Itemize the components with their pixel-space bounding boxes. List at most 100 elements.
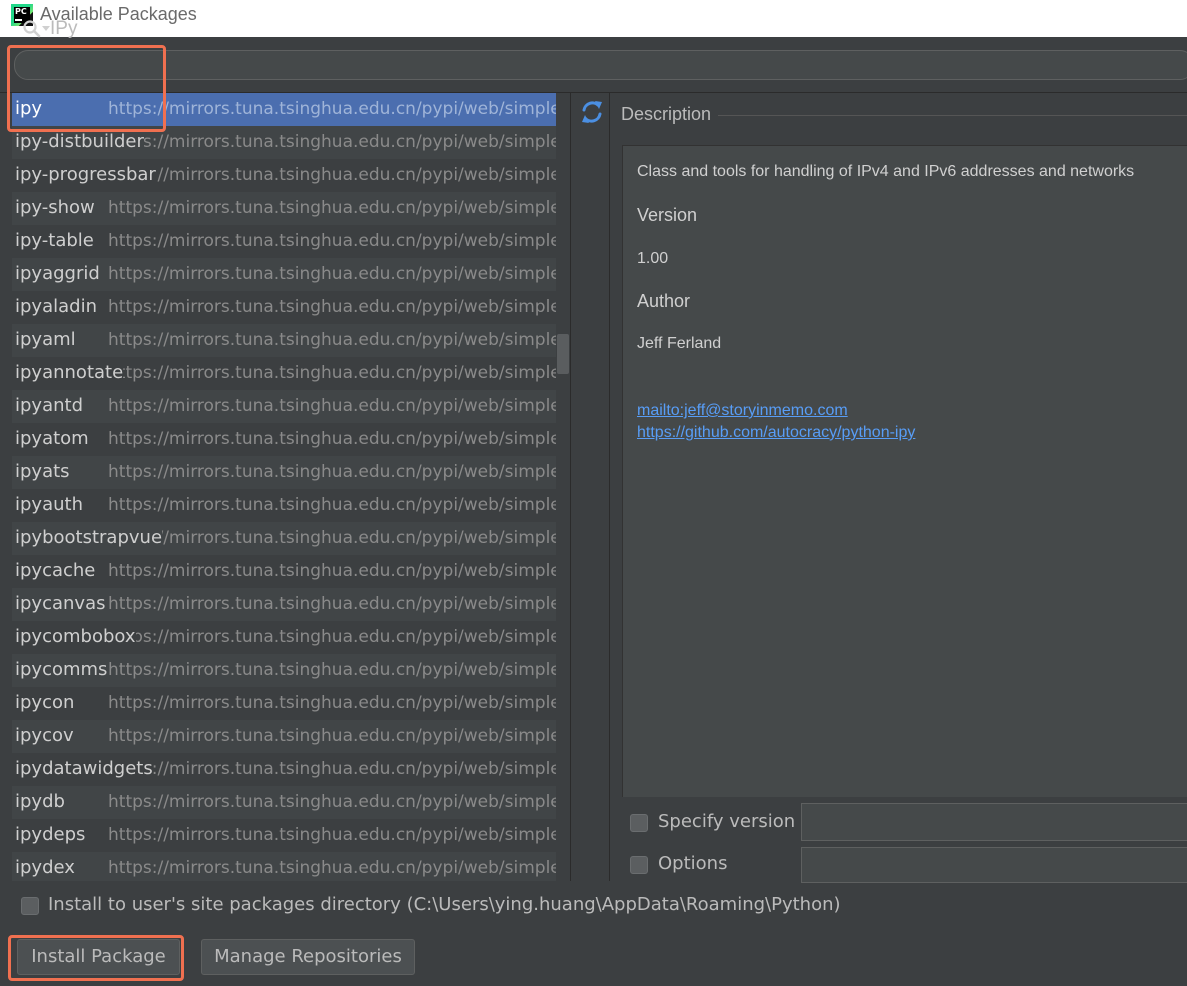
package-repo-url: https://mirrors.tuna.tsinghua.edu.cn/pyp… [108,660,567,680]
package-repo-url: https://mirrors.tuna.tsinghua.edu.cn/pyp… [108,462,567,482]
package-row[interactable]: https://mirrors.tuna.tsinghua.edu.cn/pyp… [12,522,570,555]
description-label: Description [621,104,712,124]
package-repo-url: https://mirrors.tuna.tsinghua.edu.cn/pyp… [108,396,567,416]
homepage-link[interactable]: https://github.com/autocracy/python-ipy [637,424,915,442]
package-row[interactable]: https://mirrors.tuna.tsinghua.edu.cn/pyp… [12,324,570,357]
scrollbar-thumb[interactable] [557,334,569,374]
install-to-user-label[interactable]: Install to user's site packages director… [48,894,841,915]
package-name: ipyaggrid [15,263,100,284]
package-name-text: ipydatawidgets [15,758,153,779]
package-name: ipycomms [15,659,108,680]
package-row[interactable]: https://mirrors.tuna.tsinghua.edu.cn/pyp… [12,192,570,225]
package-name-text: ipycanvas [15,593,106,614]
install-package-button[interactable]: Install Package [17,939,180,975]
install-to-user-checkbox[interactable] [21,897,39,915]
author-heading: Author [637,291,691,311]
specify-version-label[interactable]: Specify version [658,811,795,832]
package-name: ipyauth [15,494,83,515]
package-row[interactable]: https://mirrors.tuna.tsinghua.edu.cn/pyp… [12,126,570,159]
package-repo-url: https://mirrors.tuna.tsinghua.edu.cn/pyp… [108,99,567,119]
package-name-text: ipydex [15,857,75,878]
scrollbar-track[interactable] [556,93,570,881]
package-name-text: ipycombobox [15,626,136,647]
package-name: ipyaladin [15,296,97,317]
package-name-text: ipyauth [15,494,83,515]
search-icon[interactable] [22,19,52,39]
app-icon-text: PC [15,7,27,16]
package-row[interactable]: https://mirrors.tuna.tsinghua.edu.cn/pyp… [12,489,570,522]
package-name: ipy [15,98,43,119]
package-name: ipyatom [15,428,89,449]
package-author: Jeff Ferland [637,335,722,352]
package-row[interactable]: https://mirrors.tuna.tsinghua.edu.cn/pyp… [12,390,570,423]
search-row [0,37,1187,93]
package-name: ipycon [15,692,75,713]
package-repo-url: https://mirrors.tuna.tsinghua.edu.cn/pyp… [108,825,567,845]
package-row[interactable]: https://mirrors.tuna.tsinghua.edu.cn/pyp… [12,588,570,621]
package-name-text: ipy-show [15,197,95,218]
package-repo-url: https://mirrors.tuna.tsinghua.edu.cn/pyp… [108,297,567,317]
package-name-text: ipyaggrid [15,263,100,284]
specify-version-checkbox[interactable] [630,814,648,832]
package-repo-url: https://mirrors.tuna.tsinghua.edu.cn/pyp… [108,528,567,548]
package-repo-url: https://mirrors.tuna.tsinghua.edu.cn/pyp… [108,858,567,878]
package-row[interactable]: https://mirrors.tuna.tsinghua.edu.cn/pyp… [12,753,570,786]
search-input[interactable] [50,17,650,41]
package-name: ipyaml [15,329,76,350]
package-name: ipyannotate [15,362,124,383]
author-email-link[interactable]: mailto:jeff@storyinmemo.com [637,402,848,420]
package-name: ipycanvas [15,593,106,614]
options-checkbox[interactable] [630,856,648,874]
package-row[interactable]: https://mirrors.tuna.tsinghua.edu.cn/pyp… [12,720,570,753]
package-name: ipy-progressbar [15,164,156,185]
package-name: ipyats [15,461,70,482]
package-row[interactable]: https://mirrors.tuna.tsinghua.edu.cn/pyp… [12,819,570,852]
package-row[interactable]: https://mirrors.tuna.tsinghua.edu.cn/pyp… [12,225,570,258]
package-repo-url: https://mirrors.tuna.tsinghua.edu.cn/pyp… [108,198,567,218]
package-name: ipycache [15,560,96,581]
package-name: ipyantd [15,395,84,416]
package-name: ipydex [15,857,75,878]
package-row[interactable]: https://mirrors.tuna.tsinghua.edu.cn/pyp… [12,687,570,720]
package-row[interactable]: https://mirrors.tuna.tsinghua.edu.cn/pyp… [12,456,570,489]
package-name-text: ipycache [15,560,96,581]
package-name-text: ipy [15,98,43,119]
package-row[interactable]: https://mirrors.tuna.tsinghua.edu.cn/pyp… [12,555,570,588]
version-field[interactable] [801,803,1187,841]
package-row[interactable]: https://mirrors.tuna.tsinghua.edu.cn/pyp… [12,291,570,324]
package-row[interactable]: https://mirrors.tuna.tsinghua.edu.cn/pyp… [12,258,570,291]
package-name-text: ipydb [15,791,65,812]
options-label[interactable]: Options [658,853,727,874]
options-field[interactable] [801,847,1187,883]
manage-repositories-button[interactable]: Manage Repositories [201,939,415,975]
package-name: ipycov [15,725,74,746]
package-repo-url: https://mirrors.tuna.tsinghua.edu.cn/pyp… [108,594,567,614]
package-list[interactable]: https://mirrors.tuna.tsinghua.edu.cn/pyp… [12,93,570,881]
refresh-icon[interactable] [578,98,606,126]
package-row[interactable]: https://mirrors.tuna.tsinghua.edu.cn/pyp… [12,93,570,126]
package-row[interactable]: https://mirrors.tuna.tsinghua.edu.cn/pyp… [12,423,570,456]
package-name-text: ipyantd [15,395,84,416]
package-row[interactable]: https://mirrors.tuna.tsinghua.edu.cn/pyp… [12,786,570,819]
package-repo-url: https://mirrors.tuna.tsinghua.edu.cn/pyp… [108,759,567,779]
package-name-text: ipy-distbuilder [15,131,144,152]
package-name: ipydatawidgets [15,758,153,779]
package-repo-url: https://mirrors.tuna.tsinghua.edu.cn/pyp… [108,792,567,812]
package-row[interactable]: https://mirrors.tuna.tsinghua.edu.cn/pyp… [12,357,570,390]
package-row[interactable]: https://mirrors.tuna.tsinghua.edu.cn/pyp… [12,654,570,687]
package-version: 1.00 [637,250,669,267]
package-repo-url: https://mirrors.tuna.tsinghua.edu.cn/pyp… [108,693,567,713]
package-repo-url: https://mirrors.tuna.tsinghua.edu.cn/pyp… [108,165,567,185]
package-name-text: ipy-progressbar [15,164,156,185]
package-name-text: ipybootstrapvue [15,527,163,548]
package-name-text: ipydeps [15,824,86,845]
package-name: ipy-show [15,197,95,218]
search-field[interactable] [14,50,1187,80]
package-name-text: ipyats [15,461,70,482]
package-repo-url: https://mirrors.tuna.tsinghua.edu.cn/pyp… [108,363,567,383]
package-repo-url: https://mirrors.tuna.tsinghua.edu.cn/pyp… [108,264,567,284]
package-row[interactable]: https://mirrors.tuna.tsinghua.edu.cn/pyp… [12,621,570,654]
package-row[interactable]: https://mirrors.tuna.tsinghua.edu.cn/pyp… [12,852,570,881]
package-row[interactable]: https://mirrors.tuna.tsinghua.edu.cn/pyp… [12,159,570,192]
package-name-text: ipycov [15,725,74,746]
